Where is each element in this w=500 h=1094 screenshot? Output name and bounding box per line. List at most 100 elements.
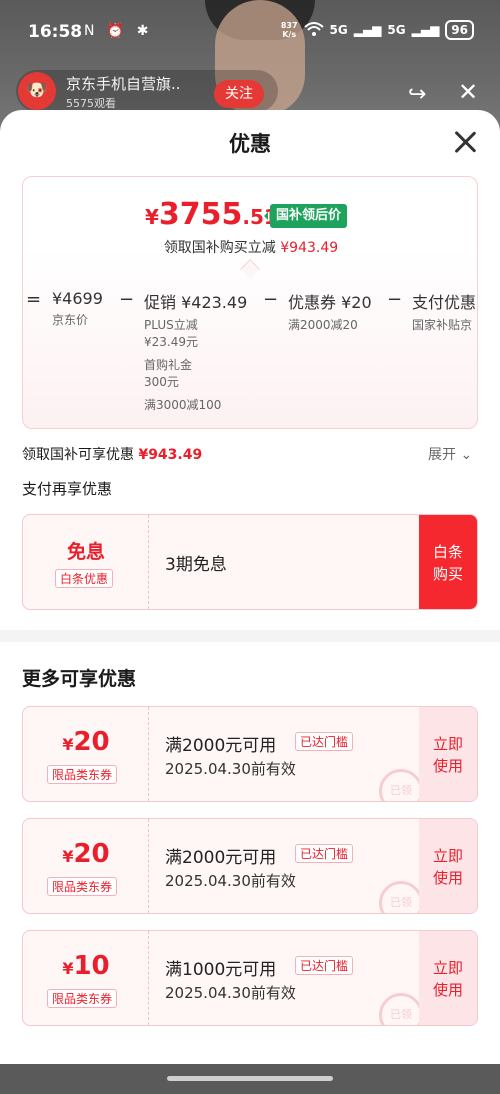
coupon-amount: ¥20	[23, 839, 149, 869]
coupon-card: ¥20 限品类东券 满2000元可用 已达门槛 2025.04.30前有效 已领…	[22, 706, 478, 802]
baitiao-buy-button[interactable]: 白条购买	[419, 515, 477, 609]
op-equals: =	[26, 289, 42, 310]
use-now-button[interactable]: 立即使用	[419, 931, 477, 1025]
payment-discount-label: 国家补贴京	[412, 318, 473, 332]
baitiao-tag: 白条优惠	[55, 569, 114, 588]
baitiao-offer-card: 免息 白条优惠 3期免息 白条购买	[22, 514, 478, 610]
coupon-type: 限品类东券	[47, 989, 118, 1008]
share-icon[interactable]: ↪	[408, 82, 426, 107]
use-now-label: 立即使用	[432, 847, 463, 887]
system-nav-bar	[0, 1064, 500, 1094]
status-left-icons: N ⏰ ✱	[84, 23, 153, 39]
op-minus-2: −	[263, 289, 279, 310]
coupon-card: ¥20 限品类东券 满2000元可用 已达门槛 2025.04.30前有效 已领…	[22, 818, 478, 914]
status-bar: 16:58 N ⏰ ✱ 837 K/s 5G ▂▄▆ 5G ▂▄▆ 96	[0, 18, 500, 50]
status-right-icons: 837 K/s 5G ▂▄▆ 5G ▂▄▆ 96	[281, 20, 474, 40]
promo-details: PLUS立减 ¥23.49元 首购礼金 300元 满3000减100	[144, 317, 247, 414]
promo-plus-amount: ¥23.49元	[144, 335, 198, 349]
promo-full-reduction: 满3000减100	[144, 398, 222, 412]
op-minus-1: −	[119, 289, 135, 310]
more-offers-title: 更多可享优惠	[22, 668, 137, 690]
breakdown-coupon: 优惠券 ¥20 满2000减20	[288, 289, 372, 334]
op-minus-3: −	[387, 289, 403, 310]
subsidy-discount-amount: ¥943.49	[138, 447, 203, 463]
shop-avatar: 🐶	[18, 72, 56, 110]
threshold-reached-tag: 已达门槛	[295, 956, 354, 975]
home-gesture-handle[interactable]	[167, 1076, 333, 1081]
coupon-left: ¥10 限品类东券	[23, 931, 149, 1025]
coupon-currency: ¥	[62, 847, 74, 866]
signal-bars-icon-2: ▂▄▆	[411, 23, 440, 37]
coupon-amount-value: 10	[73, 951, 110, 981]
threshold-reached-tag: 已达门槛	[295, 844, 354, 863]
section-divider	[0, 630, 500, 642]
subline-text: 领取国补购买立减	[163, 240, 276, 256]
interest-free-label: 免息	[66, 541, 105, 563]
subsidy-price-badge: 国补领后价	[263, 204, 348, 228]
claimed-stamp: 已领	[379, 769, 423, 801]
claimed-stamp: 已领	[379, 993, 423, 1025]
threshold-reached-tag: 已达门槛	[295, 732, 354, 751]
payment-discount-value: 支付优惠	[412, 293, 477, 312]
coupon-label: 满2000减20	[288, 318, 358, 332]
breakdown-jd-price: ¥4699 京东价	[52, 289, 103, 329]
battery-indicator: 96	[445, 20, 474, 40]
coupon-amount-value: 20	[73, 727, 110, 757]
promo-gift-label: 首购礼金	[144, 358, 193, 372]
jd-price-value: ¥4699	[52, 289, 103, 308]
expand-button[interactable]: 展开 ⌄	[428, 444, 472, 464]
use-now-button[interactable]: 立即使用	[419, 707, 477, 801]
coupon-card: ¥10 限品类东券 满1000元可用 已达门槛 2025.04.30前有效 已领…	[22, 930, 478, 1026]
net-speed: 837 K/s	[281, 21, 298, 39]
coupon-amount: ¥20	[23, 727, 149, 757]
pay-more-heading: 支付再享优惠	[22, 480, 113, 498]
shop-name: 京东手机自营旗..	[66, 75, 181, 93]
baitiao-buy-label: 白条购买	[432, 543, 463, 583]
sheet-title: 优惠	[229, 132, 271, 156]
promo-plus-label: PLUS立减	[144, 318, 198, 332]
breakdown-promo: 促销 ¥423.49 PLUS立减 ¥23.49元 首购礼金 300元 满300…	[144, 289, 247, 414]
follow-button[interactable]: 关注	[214, 80, 264, 108]
use-now-label: 立即使用	[432, 959, 463, 999]
final-price: ¥3755.51	[145, 197, 278, 232]
coupon-condition: 满2000元可用	[165, 848, 277, 868]
subsidy-discount-label: 领取国补可享优惠	[22, 447, 134, 463]
promo-value: 促销 ¥423.49	[144, 293, 248, 312]
net-speed-unit: K/s	[282, 30, 297, 39]
price-currency: ¥	[145, 205, 159, 229]
price-card: ¥3755.51 国补领后价 领取国补购买立减 ¥943.49 = ¥4699 …	[22, 176, 478, 429]
signal-bars-icon: ▂▄▆	[353, 23, 382, 37]
subsidy-discount-line: 领取国补可享优惠 ¥943.49	[22, 444, 202, 464]
price-breakdown: = ¥4699 京东价 − 促销 ¥423.49 PLUS立减 ¥23.49元 …	[23, 289, 479, 424]
signal-5g-1: 5G	[329, 23, 348, 37]
discount-sheet: 优惠 ¥3755.51 国补领后价 领取国补购买立减 ¥943.49 = ¥46…	[0, 110, 500, 1064]
coupon-condition: 满2000元可用	[165, 736, 277, 756]
coupon-validity: 2025.04.30前有效	[165, 984, 296, 1002]
installment-desc: 3期免息	[165, 555, 227, 575]
coupon-left: ¥20 限品类东券	[23, 707, 149, 801]
coupon-condition: 满1000元可用	[165, 960, 277, 980]
subline-amount: ¥943.49	[280, 240, 339, 256]
coupon-currency: ¥	[62, 735, 74, 754]
breakdown-payment: 支付优惠 国家补贴京	[412, 289, 476, 334]
coupon-amount-value: 20	[73, 839, 110, 869]
signal-5g-2: 5G	[387, 23, 406, 37]
coupon-validity: 2025.04.30前有效	[165, 872, 296, 890]
price-integer: 3755	[158, 197, 243, 232]
coupon-validity: 2025.04.30前有效	[165, 760, 296, 778]
baitiao-left: 免息 白条优惠	[23, 515, 149, 609]
close-icon[interactable]	[452, 128, 480, 156]
use-now-label: 立即使用	[432, 735, 463, 775]
status-time: 16:58	[28, 22, 83, 42]
viewer-count: 5575观看	[66, 97, 116, 110]
subsidy-subline: 领取国补购买立减 ¥943.49	[23, 237, 479, 257]
coupon-type: 限品类东券	[47, 877, 118, 896]
close-live-icon[interactable]: ✕	[458, 78, 478, 106]
coupon-amount: ¥10	[23, 951, 149, 981]
coupon-type: 限品类东券	[47, 765, 118, 784]
coupon-value: 优惠券 ¥20	[288, 293, 372, 312]
coupon-currency: ¥	[62, 959, 74, 978]
promo-gift-amount: 300元	[144, 375, 179, 389]
jd-price-label: 京东价	[52, 313, 89, 327]
use-now-button[interactable]: 立即使用	[419, 819, 477, 913]
